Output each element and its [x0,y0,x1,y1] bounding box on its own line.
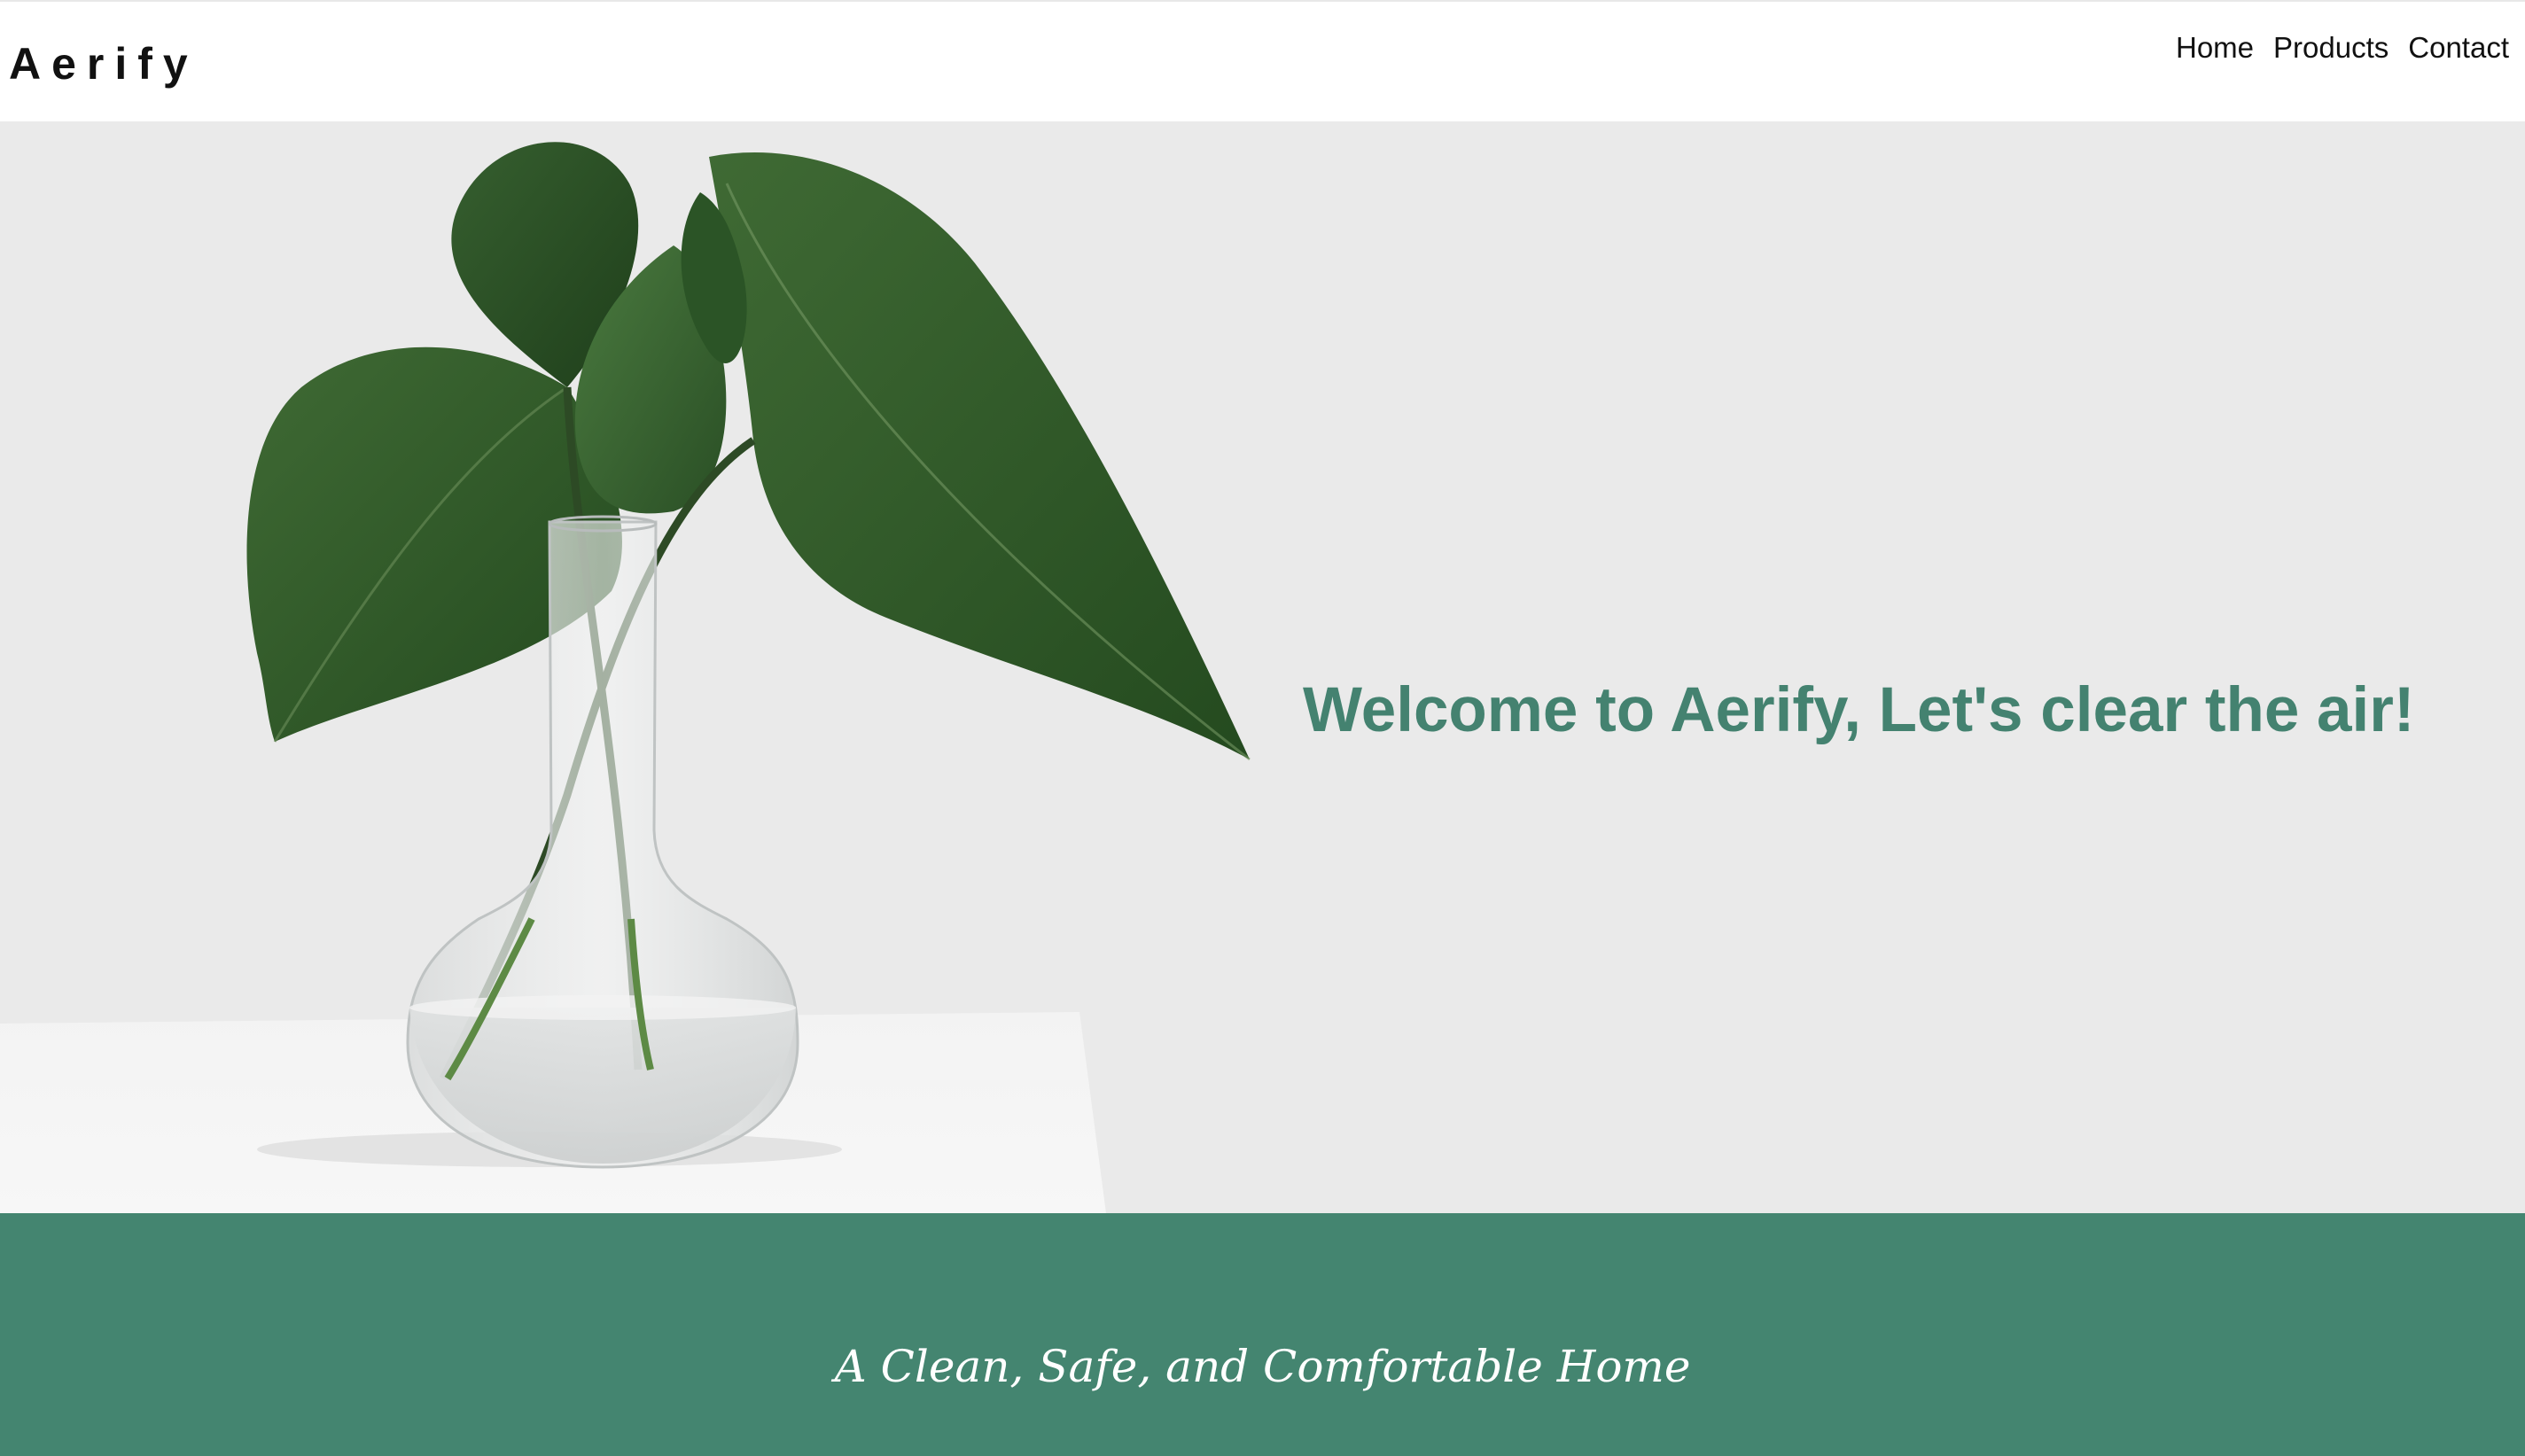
site-header: Aerify Home Products Contact [0,0,2525,121]
hero-section: Welcome to Aerify, Let's clear the air! [0,121,2525,1213]
tagline-band: A Clean, Safe, and Comfortable Home [0,1213,2525,1456]
nav-link-home[interactable]: Home [2176,28,2254,67]
nav-link-contact[interactable]: Contact [2408,28,2509,67]
tagline-text: A Clean, Safe, and Comfortable Home [834,1341,1691,1392]
page: Aerify Home Products Contact Welcome to … [0,0,2525,1456]
hero-plant-image [0,142,1251,1213]
brand-logo[interactable]: Aerify [9,35,199,92]
nav-link-products[interactable]: Products [2273,28,2389,67]
main-nav: Home Products Contact [2176,28,2509,67]
hero-title: Welcome to Aerify, Let's clear the air! [1303,675,2415,745]
